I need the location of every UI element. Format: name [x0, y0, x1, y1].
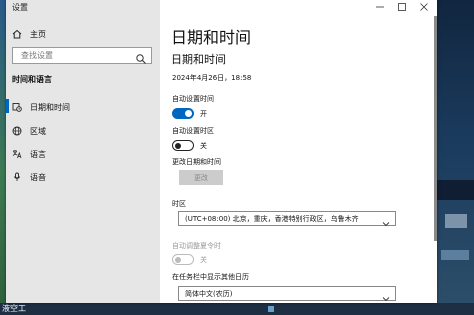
sidebar-item-home[interactable]: 主页 [6, 23, 160, 45]
extra-calendar-label: 在任务栏中显示其他日历 [172, 273, 249, 281]
sidebar-item-language[interactable]: 语言 [6, 143, 160, 165]
language-icon [12, 149, 22, 159]
current-datetime: 2024年4月26日，18:58 [172, 74, 252, 82]
change-datetime-label: 更改日期和时间 [172, 158, 221, 166]
sidebar-item-label: 语言 [30, 149, 46, 159]
auto-timezone-state: 关 [200, 142, 207, 150]
window-title: 设置 [12, 3, 28, 12]
chevron-down-icon [381, 214, 391, 226]
sidebar-item-date-time[interactable]: 日期和时间 [6, 96, 160, 118]
microphone-icon [12, 172, 22, 182]
dst-state: 关 [200, 256, 207, 264]
sidebar-item-speech[interactable]: 语音 [6, 166, 160, 188]
main-content: 日期和时间 日期和时间 2024年4月26日，18:58 自动设置时间 开 自动… [160, 0, 437, 303]
desktop-window-strip [437, 180, 474, 200]
search-icon [135, 50, 147, 64]
sidebar-item-region[interactable]: 区域 [6, 120, 160, 142]
auto-timezone-toggle[interactable] [172, 140, 194, 151]
dst-toggle[interactable] [172, 254, 194, 265]
desktop-background-right [437, 0, 474, 315]
settings-window: 设置 主页 查找设置 时间和语言 日期和时间 区域 语言 语音 日期和时间 日期… [6, 0, 437, 303]
sidebar-section-title: 时间和语言 [12, 75, 52, 84]
sidebar-item-label: 语音 [30, 172, 46, 182]
auto-time-label: 自动设置时间 [172, 95, 214, 103]
desktop-window-fragment [441, 250, 469, 260]
chevron-down-icon [381, 289, 391, 301]
desktop-background-bottom: 液空工 [0, 303, 474, 315]
home-icon [12, 29, 22, 39]
dst-label: 自动调整夏令时 [172, 242, 221, 250]
minimize-button[interactable] [369, 0, 391, 14]
sidebar-item-label: 主页 [30, 29, 46, 39]
scrollbar[interactable] [434, 16, 437, 241]
desktop-window-fragment [445, 214, 467, 228]
extra-calendar-dropdown[interactable]: 简体中文(农历) [178, 286, 396, 301]
extra-calendar-value: 简体中文(农历) [185, 289, 233, 298]
window-controls [369, 0, 435, 14]
page-title: 日期和时间 [171, 28, 252, 47]
calendar-clock-icon [12, 102, 22, 112]
auto-time-state: 开 [200, 110, 207, 118]
close-button[interactable] [413, 0, 435, 14]
selection-indicator [6, 99, 9, 113]
timezone-value: (UTC+08:00) 北京，重庆，香港特别行政区，乌鲁木齐 [185, 214, 359, 223]
sidebar-item-label: 日期和时间 [30, 102, 70, 112]
auto-time-toggle[interactable] [172, 108, 194, 119]
change-datetime-button[interactable]: 更改 [179, 170, 223, 185]
search-input[interactable]: 查找设置 [12, 47, 152, 64]
sidebar: 设置 主页 查找设置 时间和语言 日期和时间 区域 语言 语音 [6, 0, 160, 303]
sidebar-item-label: 区域 [30, 126, 46, 136]
desktop-icon-fragment [268, 306, 274, 312]
auto-timezone-label: 自动设置时区 [172, 127, 214, 135]
search-placeholder: 查找设置 [21, 51, 53, 60]
maximize-button[interactable] [391, 0, 413, 14]
desktop-label: 液空工 [2, 304, 26, 313]
section-title: 日期和时间 [171, 53, 226, 66]
globe-icon [12, 126, 22, 136]
timezone-dropdown[interactable]: (UTC+08:00) 北京，重庆，香港特别行政区，乌鲁木齐 [178, 211, 396, 226]
timezone-label: 时区 [172, 200, 186, 208]
